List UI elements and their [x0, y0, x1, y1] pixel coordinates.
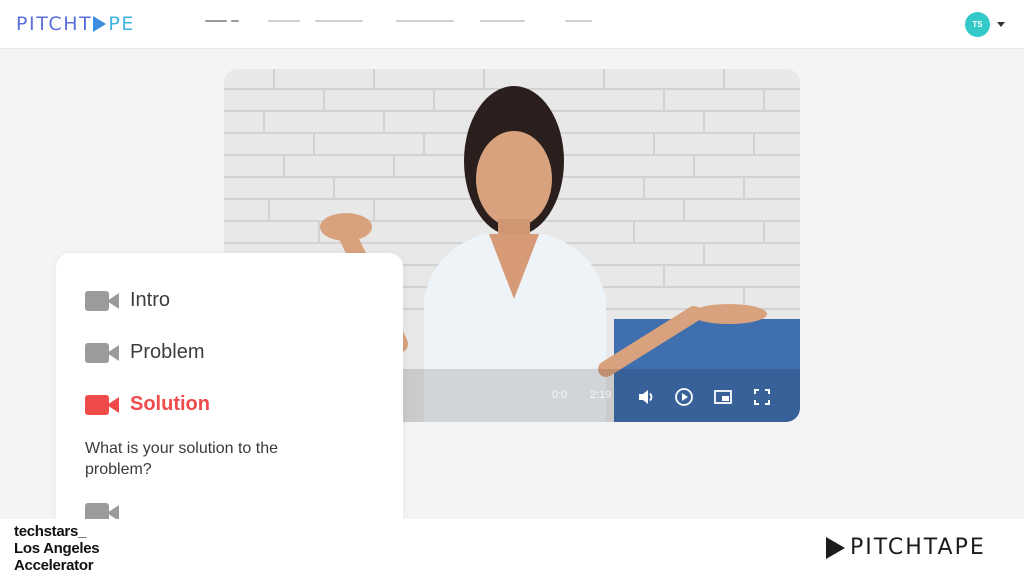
nav-item-1[interactable] [205, 20, 227, 22]
volume-icon[interactable] [636, 387, 656, 407]
fullscreen-icon[interactable] [752, 387, 772, 407]
logo-play-icon [93, 16, 107, 32]
section-item-problem[interactable]: Problem [85, 341, 204, 364]
section-label-active: Solution [130, 393, 210, 415]
nav-item-5[interactable] [480, 20, 525, 22]
duration-time: 2:19 [590, 389, 612, 401]
play-icon [826, 536, 845, 559]
video-camera-icon [85, 394, 119, 416]
nav-item-4[interactable] [396, 20, 454, 22]
section-item-next[interactable] [85, 502, 130, 519]
top-navigation-bar: PITCHT PE TS [0, 0, 1024, 49]
pitchtape-logo[interactable]: PITCHT PE [16, 12, 135, 36]
video-camera-icon [85, 290, 119, 312]
user-avatar[interactable]: TS [965, 12, 990, 37]
picture-in-picture-icon[interactable] [713, 387, 733, 407]
pitchtape-footer-logo: PITCHTAPE [826, 535, 986, 560]
play-icon[interactable] [674, 387, 694, 407]
pitch-sections-card: Intro Problem Solution What is your solu… [56, 253, 403, 519]
nav-item-3[interactable] [315, 20, 363, 22]
footer-bar: techstars_ Los Angeles Accelerator PITCH… [0, 519, 1024, 576]
nav-item-1-tail [231, 20, 239, 22]
section-label: Intro [130, 289, 171, 311]
techstars-la-accelerator-logo: techstars_ Los Angeles Accelerator [14, 523, 100, 574]
section-question: What is your solution to the problem? [85, 440, 278, 478]
section-item-intro[interactable]: Intro [85, 289, 170, 312]
account-dropdown-icon[interactable] [997, 22, 1005, 27]
nav-item-2[interactable] [268, 20, 300, 22]
video-camera-icon [85, 502, 119, 519]
section-label: Problem [130, 341, 205, 363]
elapsed-time: 0:0 [552, 389, 568, 401]
nav-item-6[interactable] [565, 20, 592, 22]
video-camera-icon [85, 342, 119, 364]
section-item-solution[interactable]: Solution [85, 393, 210, 416]
